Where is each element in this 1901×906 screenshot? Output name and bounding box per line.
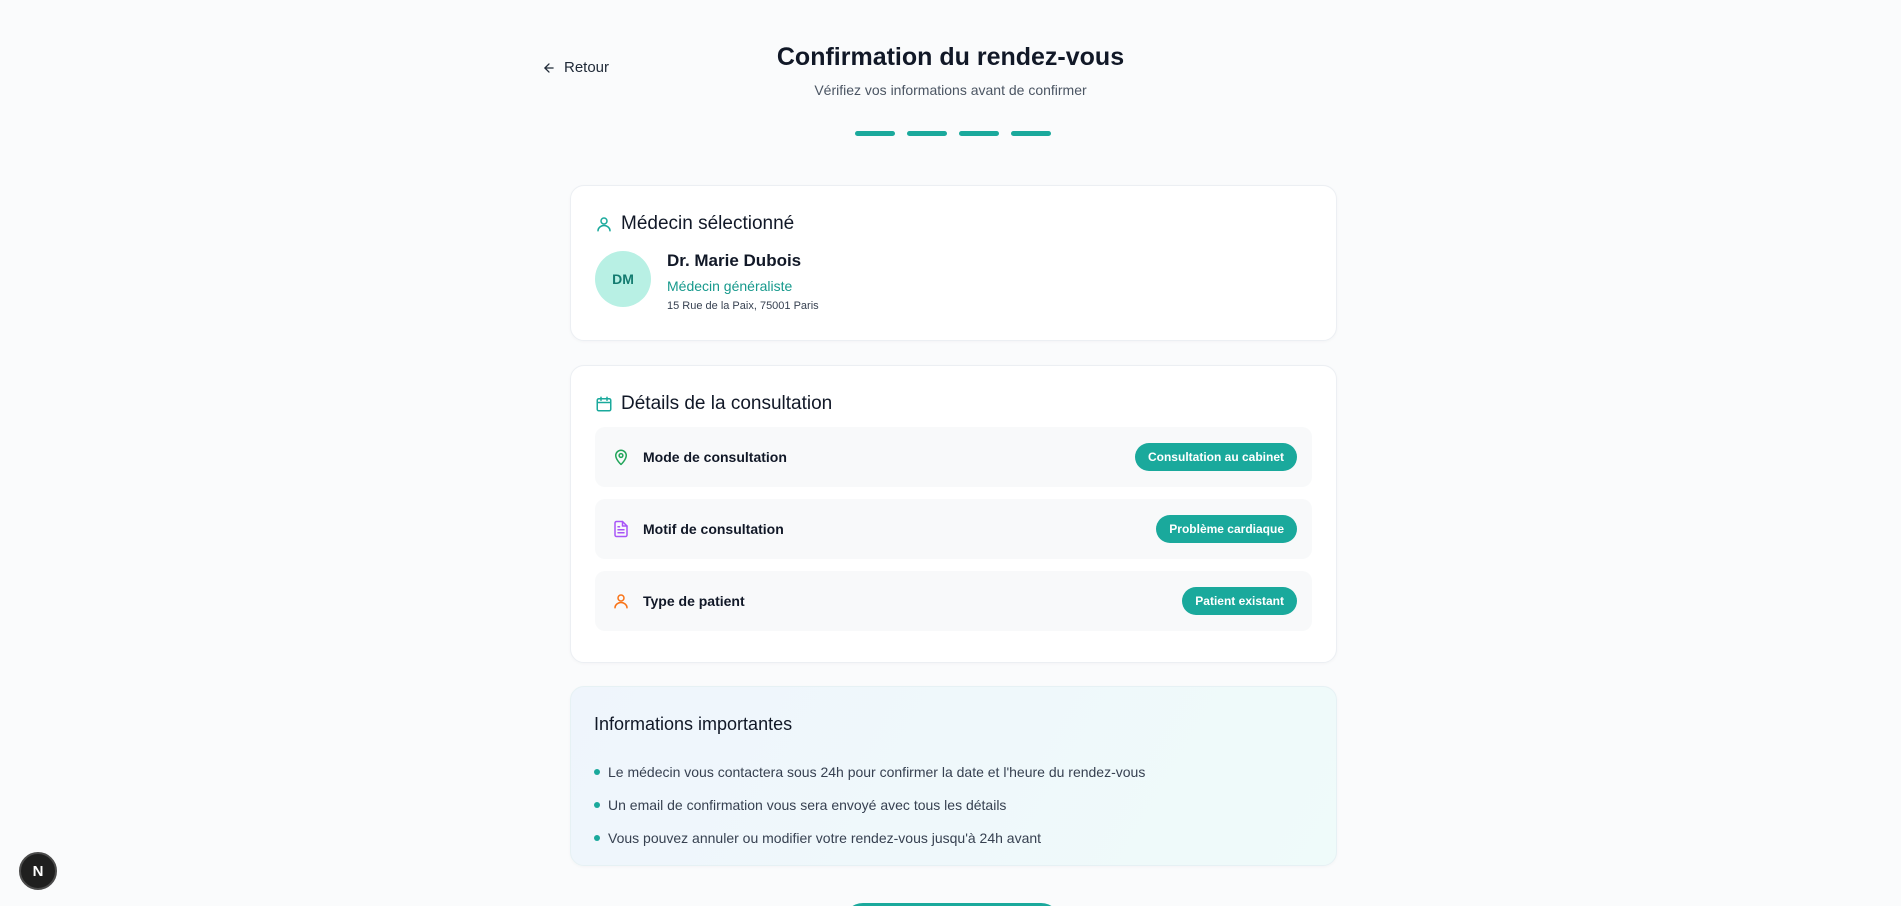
bullet-dot bbox=[594, 801, 600, 808]
file-text-icon bbox=[614, 520, 628, 538]
info-list: Le médecin vous contactera sous 24h pour… bbox=[594, 755, 1313, 854]
details-section-title: Détails de la consultation bbox=[595, 393, 1312, 415]
details-section-label: Détails de la consultation bbox=[621, 393, 833, 414]
bullet-dot bbox=[594, 834, 600, 841]
patient-type-badge: Patient existant bbox=[1182, 587, 1297, 615]
info-item-text: Le médecin vous contactera sous 24h pour… bbox=[608, 763, 1146, 780]
detail-row-mode: Mode de consultation Consultation au cab… bbox=[595, 427, 1312, 487]
user-icon bbox=[614, 594, 628, 609]
dev-tools-badge[interactable]: N bbox=[19, 852, 57, 890]
calendar-icon bbox=[596, 396, 612, 412]
list-item: Vous pouvez annuler ou modifier votre re… bbox=[594, 821, 1313, 854]
doctor-address: 15 Rue de la Paix, 75001 Paris bbox=[667, 300, 819, 312]
doctor-card: Médecin sélectionné DM Dr. Marie Dubois … bbox=[570, 185, 1337, 341]
map-pin-icon bbox=[615, 449, 627, 466]
progress-step bbox=[907, 131, 947, 136]
page-header: Confirmation du rendez-vous Vérifiez vos… bbox=[0, 40, 1901, 98]
detail-row-patient-type: Type de patient Patient existant bbox=[595, 571, 1312, 631]
important-info-card: Informations importantes Le médecin vous… bbox=[570, 686, 1337, 866]
consultation-details-card: Détails de la consultation Mode de consu… bbox=[570, 365, 1337, 663]
list-item: Un email de confirmation vous sera envoy… bbox=[594, 788, 1313, 821]
detail-label: Mode de consultation bbox=[643, 449, 787, 465]
avatar: DM bbox=[595, 251, 651, 307]
bullet-dot bbox=[594, 768, 600, 775]
page-subtitle: Vérifiez vos informations avant de confi… bbox=[814, 82, 1087, 98]
info-title: Informations importantes bbox=[594, 714, 793, 734]
doctor-section-label: Médecin sélectionné bbox=[621, 213, 795, 234]
detail-row-left: Motif de consultation bbox=[612, 520, 784, 538]
consultation-mode-badge: Consultation au cabinet bbox=[1134, 443, 1297, 471]
doctor-name: Dr. Marie Dubois bbox=[667, 251, 802, 270]
doctor-text: Dr. Marie Dubois Médecin généraliste 15 … bbox=[667, 251, 819, 312]
list-item: Le médecin vous contactera sous 24h pour… bbox=[594, 755, 1313, 788]
consultation-motif-badge: Problème cardiaque bbox=[1156, 515, 1297, 543]
detail-row-motif: Motif de consultation Problème cardiaque bbox=[595, 499, 1312, 559]
progress-step bbox=[855, 131, 895, 136]
progress-steps bbox=[855, 131, 1051, 136]
info-item-text: Vous pouvez annuler ou modifier votre re… bbox=[608, 829, 1042, 846]
page-title: Confirmation du rendez-vous bbox=[776, 43, 1125, 71]
doctor-specialty: Médecin généraliste bbox=[667, 278, 793, 294]
progress-step bbox=[959, 131, 999, 136]
detail-label: Motif de consultation bbox=[643, 521, 784, 537]
info-item-text: Un email de confirmation vous sera envoy… bbox=[608, 796, 1007, 813]
doctor-section-title: Médecin sélectionné bbox=[595, 213, 1312, 235]
detail-row-left: Type de patient bbox=[612, 592, 745, 610]
progress-step bbox=[1011, 131, 1051, 136]
doctor-info: DM Dr. Marie Dubois Médecin généraliste … bbox=[595, 251, 1312, 312]
detail-label: Type de patient bbox=[643, 593, 745, 609]
detail-row-left: Mode de consultation bbox=[612, 448, 787, 466]
user-icon bbox=[597, 217, 611, 232]
